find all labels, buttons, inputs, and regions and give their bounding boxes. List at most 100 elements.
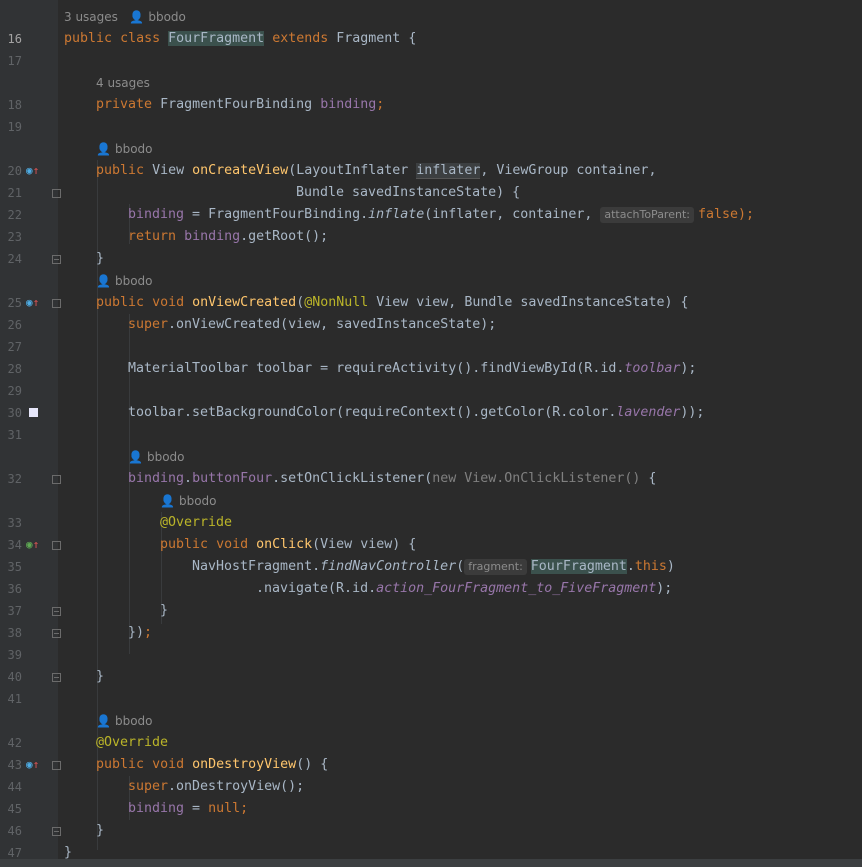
line-number: 18	[7, 98, 22, 112]
line-number: 24	[7, 252, 22, 266]
fold-marker-icon[interactable]	[52, 761, 61, 770]
author-hint[interactable]: bbodo	[147, 450, 185, 464]
line-number: 21	[7, 186, 22, 200]
code-line-23: 23 return binding.getRoot();	[0, 226, 862, 248]
code-line-41: 41	[0, 688, 862, 710]
code-vision-hint[interactable]: 3 usages 👤 bbodo	[0, 6, 862, 28]
code-vision-hint[interactable]: 4 usages	[0, 72, 862, 94]
override-method-icon[interactable]: ◉↑	[26, 160, 39, 182]
code-vision-hint[interactable]: 👤 bbodo	[0, 446, 862, 468]
author-icon: 👤	[96, 714, 111, 728]
code-line-44: 44 super.onDestroyView();	[0, 776, 862, 798]
code-text: (	[296, 295, 305, 310]
type-name: FragmentFourBinding	[160, 97, 313, 112]
resource-id: toolbar	[624, 361, 681, 376]
code-text: }	[160, 603, 169, 618]
field-name: binding	[128, 207, 185, 222]
line-number: 31	[7, 428, 22, 442]
code-vision-hint[interactable]: 👤 bbodo	[0, 270, 862, 292]
fold-marker-icon[interactable]	[52, 299, 61, 308]
keyword: public	[96, 757, 145, 772]
code-line-18: 18 private FragmentFourBinding binding;	[0, 94, 862, 116]
semicolon: ;	[376, 97, 385, 112]
code-line-35: 35 NavHostFragment.findNavController(fra…	[0, 556, 862, 578]
code-text: (	[456, 559, 465, 574]
author-icon: 👤	[128, 450, 143, 464]
fold-marker-icon[interactable]	[52, 607, 61, 616]
implement-method-icon[interactable]: ◉↑	[26, 534, 39, 556]
keyword: super	[128, 317, 169, 332]
code-vision-hint[interactable]: 👤 bbodo	[0, 138, 862, 160]
line-number: 42	[7, 736, 22, 750]
author-hint[interactable]: bbodo	[115, 714, 153, 728]
code-text: () {	[296, 757, 329, 772]
line-number: 28	[7, 362, 22, 376]
semicolon: ;	[240, 801, 249, 816]
line-number: 30	[7, 406, 22, 420]
code-line-43: 43 ◉↑ public void onDestroyView() {	[0, 754, 862, 776]
code-line-17: 17	[0, 50, 862, 72]
line-number: 29	[7, 384, 22, 398]
keyword: class	[120, 31, 161, 46]
code-line-34: 34 ◉↑ public void onClick(View view) {	[0, 534, 862, 556]
code-line-36: 36 .navigate(R.id.action_FourFragment_to…	[0, 578, 862, 600]
method-call: findNavController	[320, 559, 457, 574]
method-call: inflate	[368, 207, 425, 222]
code-text: Fragment {	[336, 31, 417, 46]
horizontal-scrollbar[interactable]	[0, 859, 862, 867]
line-number: 36	[7, 582, 22, 596]
code-line-29: 29	[0, 380, 862, 402]
author-hint[interactable]: bbodo	[115, 142, 153, 156]
override-method-icon[interactable]: ◉↑	[26, 754, 39, 776]
keyword: public	[96, 163, 145, 178]
color-swatch-icon[interactable]	[29, 408, 38, 417]
usages-hint[interactable]: 4 usages	[96, 72, 150, 94]
fold-marker-icon[interactable]	[52, 475, 61, 484]
parameter-hint: fragment:	[464, 559, 527, 575]
code-text: = FragmentFourBinding.	[184, 207, 369, 222]
author-hint[interactable]: bbodo	[148, 10, 186, 24]
code-editor[interactable]: 3 usages 👤 bbodo 16 public class FourFrag…	[0, 0, 862, 867]
method-name: onViewCreated	[192, 295, 297, 310]
line-number: 40	[7, 670, 22, 684]
code-text: .onDestroyView();	[168, 779, 305, 794]
keyword: public	[160, 537, 209, 552]
keyword: return	[128, 229, 177, 244]
keyword: void	[152, 757, 185, 772]
code-line-25: 25 ◉↑ public void onViewCreated(@NonNull…	[0, 292, 862, 314]
code-text: (View view) {	[312, 537, 417, 552]
method-name: onCreateView	[192, 163, 289, 178]
code-text: NavHostFragment.	[192, 559, 321, 574]
fold-marker-icon[interactable]	[52, 673, 61, 682]
code-text: );	[656, 581, 673, 596]
fold-marker-icon[interactable]	[52, 629, 61, 638]
code-vision-hint[interactable]: 👤 bbodo	[0, 710, 862, 732]
author-hint[interactable]: bbodo	[115, 274, 153, 288]
fold-marker-icon[interactable]	[52, 189, 61, 198]
line-number: 25	[7, 296, 22, 310]
code-line-27: 27	[0, 336, 862, 358]
code-text: }	[96, 669, 105, 684]
override-method-icon[interactable]: ◉↑	[26, 292, 39, 314]
keyword: void	[152, 295, 185, 310]
code-vision-hint[interactable]: 👤 bbodo	[0, 490, 862, 512]
semicolon: ;	[144, 625, 153, 640]
line-number: 26	[7, 318, 22, 332]
code-text: .getRoot();	[240, 229, 329, 244]
author-icon: 👤	[160, 494, 175, 508]
keyword: void	[216, 537, 249, 552]
fold-marker-icon[interactable]	[52, 827, 61, 836]
usages-hint[interactable]: 3 usages	[64, 10, 118, 24]
line-number: 17	[7, 54, 22, 68]
author-hint[interactable]: bbodo	[179, 494, 217, 508]
code-text: (LayoutInflater	[288, 163, 417, 178]
fold-marker-icon[interactable]	[52, 255, 61, 264]
line-number: 35	[7, 560, 22, 574]
fold-marker-icon[interactable]	[52, 541, 61, 550]
code-text: .setOnClickListener(	[272, 471, 433, 486]
resource-id: lavender	[616, 405, 681, 420]
code-line-45: 45 binding = null;	[0, 798, 862, 820]
code-line-20: 20 ◉↑ public View onCreateView(LayoutInf…	[0, 160, 862, 182]
code-text: MaterialToolbar toolbar = requireActivit…	[128, 361, 625, 376]
line-number: 34	[7, 538, 22, 552]
